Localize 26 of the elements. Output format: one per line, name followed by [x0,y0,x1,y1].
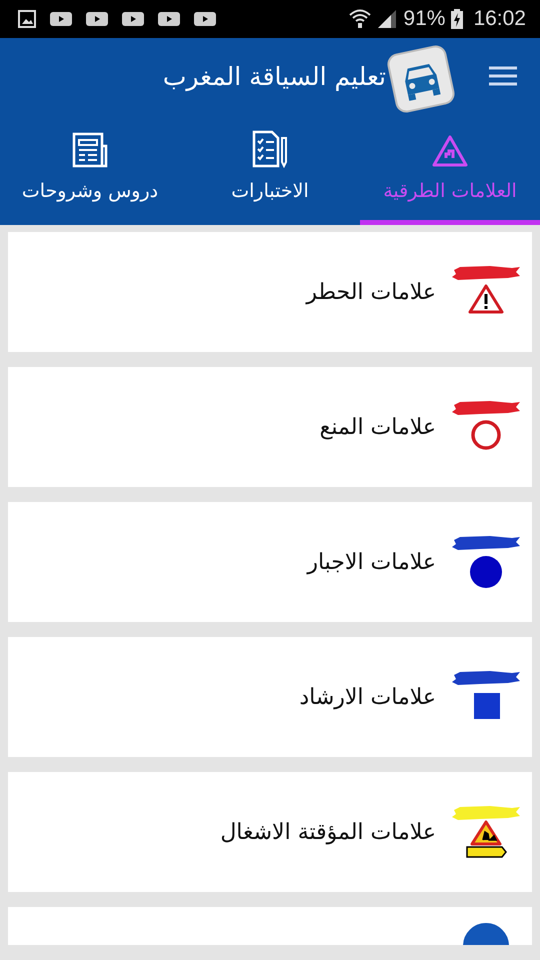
gallery-icon [18,10,36,28]
battery-charging-icon [451,9,464,29]
newspaper-icon [72,132,108,168]
video-app-icon [194,12,216,26]
mandatory-sign-icon [450,534,522,590]
video-app-icon [86,12,108,26]
video-app-icon [158,12,180,26]
category-card[interactable]: علامات المنع [8,367,532,487]
menu-icon [489,66,517,86]
battery-percentage: 91% [403,7,446,31]
category-tab[interactable]: دروس وشروحات [0,114,180,225]
category-card[interactable]: علامات الحطر [8,232,532,352]
clock-time: 16:02 [473,7,526,31]
category-card[interactable]: علامات المؤقتة الاشغال [8,772,532,892]
round-sign-icon [462,921,510,945]
wifi-icon [349,9,372,29]
category-tab[interactable]: الاختبارات [180,114,360,225]
signal-icon [377,9,398,29]
video-app-icon [50,12,72,26]
app-title: تعليم السياقة المغرب [162,62,386,90]
checklist-icon [251,130,289,168]
roadwork-sign-icon [450,804,522,860]
warning-sign-icon [431,134,469,168]
category-card[interactable]: علامات الاجبار [8,502,532,622]
video-app-icon [122,12,144,26]
category-card[interactable]: علامات الارشاد [8,637,532,757]
